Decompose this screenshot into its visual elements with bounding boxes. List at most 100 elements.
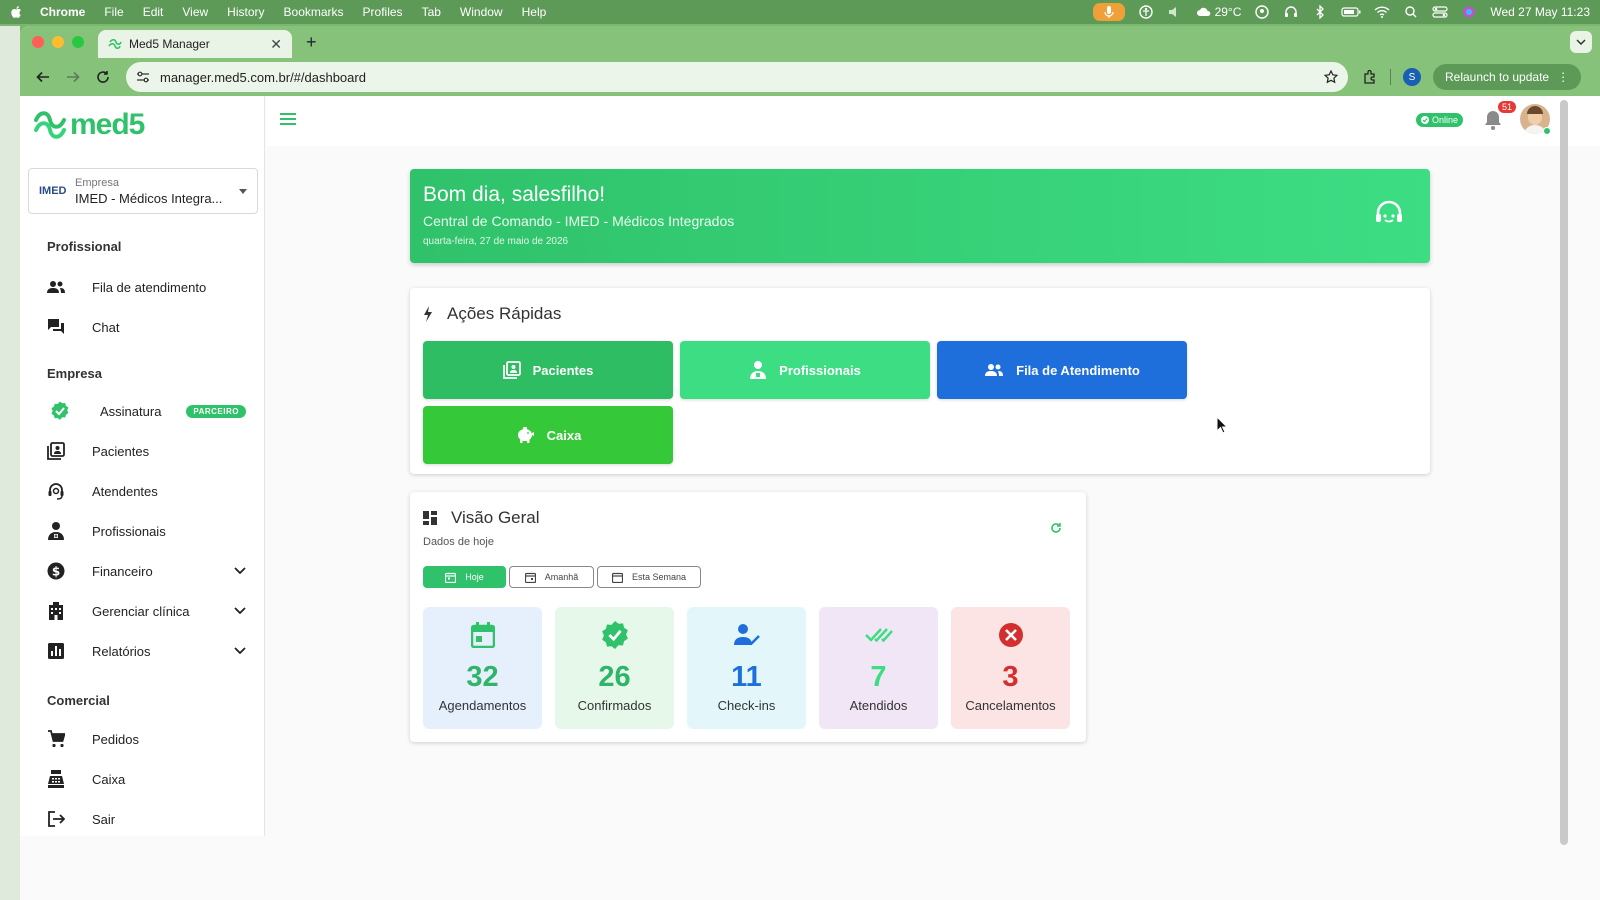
app-container: med5 IMED Empresa IMED - Médicos Integra… [20, 96, 1600, 900]
company-text: Empresa IMED - Médicos Integra... [75, 177, 239, 206]
sidebar-item-label: Sair [92, 811, 116, 827]
chevron-down-icon[interactable] [234, 607, 246, 615]
spotlight-search-icon[interactable] [1403, 5, 1419, 19]
stat-confirmados[interactable]: 26 Confirmados [555, 607, 674, 729]
site-info-icon[interactable] [136, 71, 150, 83]
quick-fila-button[interactable]: Fila de Atendimento [937, 341, 1187, 399]
siri-icon[interactable] [1461, 5, 1477, 19]
menu-profiles[interactable]: Profiles [363, 5, 403, 19]
sidebar-item-profissionais[interactable]: Profissionais [46, 516, 246, 546]
calendar-today-icon [469, 621, 497, 649]
quick-pacientes-button[interactable]: Pacientes [423, 341, 673, 399]
sidebar-item-caixa[interactable]: Caixa [46, 764, 246, 794]
quick-caixa-label: Caixa [546, 427, 582, 443]
chevron-down-icon[interactable] [234, 647, 246, 655]
top-bar: Online 51 [266, 96, 1600, 146]
sidebar-item-chat[interactable]: Chat [46, 312, 246, 342]
quick-actions-title: Ações Rápidas [423, 304, 561, 324]
sidebar-item-financeiro[interactable]: $ Financeiro [46, 556, 246, 586]
check-circle-icon [1421, 116, 1429, 124]
close-tab-icon[interactable]: ✕ [270, 36, 282, 53]
company-logo: IMED [39, 185, 67, 197]
sidebar-item-label: Caixa [92, 771, 126, 787]
overview-title: Visão Geral [423, 508, 540, 528]
menu-tab[interactable]: Tab [422, 5, 441, 19]
address-bar[interactable]: manager.med5.com.br/#/dashboard [126, 62, 1348, 92]
med5-logo[interactable]: med5 [32, 108, 145, 142]
sidebar-item-atendentes[interactable]: Atendentes [46, 476, 246, 506]
url-text[interactable]: manager.med5.com.br/#/dashboard [160, 70, 1324, 85]
page-scrollbar[interactable] [1560, 100, 1568, 845]
stat-atendidos[interactable]: 7 Atendidos [819, 607, 938, 729]
sidebar-item-pacientes[interactable]: Pacientes [46, 436, 246, 466]
sidebar-item-label: Pacientes [92, 443, 150, 459]
headphones-icon[interactable] [1283, 5, 1299, 19]
apple-icon[interactable] [10, 5, 24, 19]
minimize-window-button[interactable] [52, 36, 64, 48]
speaker-icon[interactable] [1167, 5, 1183, 19]
filter-hoje-chip[interactable]: Hoje [423, 566, 506, 588]
mouse-cursor-icon [1216, 416, 1228, 434]
profile-avatar[interactable]: S [1403, 68, 1421, 86]
bookmark-star-icon[interactable] [1324, 70, 1338, 84]
sidebar-item-sair[interactable]: Sair [46, 804, 246, 834]
menu-view[interactable]: View [182, 5, 208, 19]
desktop-edge [0, 26, 20, 900]
chat-icon [46, 317, 66, 337]
welcome-date: quarta-feira, 27 de maio de 2026 [423, 236, 569, 247]
chevron-down-icon[interactable] [234, 567, 246, 575]
tab-search-button[interactable] [1570, 31, 1592, 53]
bluetooth-icon[interactable] [1312, 5, 1328, 19]
sidebar-item-label: Profissionais [92, 523, 166, 539]
reload-button[interactable] [90, 64, 116, 90]
relaunch-to-update-button[interactable]: Relaunch to update ⋮ [1433, 64, 1582, 90]
menu-history[interactable]: History [227, 5, 264, 19]
quick-pacientes-label: Pacientes [532, 362, 594, 378]
menu-chrome[interactable]: Chrome [40, 5, 85, 19]
control-center-icon[interactable] [1432, 5, 1448, 19]
wifi-icon[interactable] [1374, 5, 1390, 19]
menu-window[interactable]: Window [460, 5, 503, 19]
quick-profissionais-button[interactable]: Profissionais [680, 341, 930, 399]
menubar-datetime[interactable]: Wed 27 May 11:23 [1490, 5, 1590, 19]
sidebar-item-assinatura[interactable]: Assinatura PARCEIRO [46, 396, 246, 426]
menu-edit[interactable]: Edit [143, 5, 164, 19]
stat-checkins[interactable]: 11 Check-ins [687, 607, 806, 729]
welcome-subtitle: Central de Comando - IMED - Médicos Inte… [423, 213, 735, 229]
stat-agendamentos[interactable]: 32 Agendamentos [423, 607, 542, 729]
sidebar-item-relatorios[interactable]: Relatórios [46, 636, 246, 666]
sidebar-item-pedidos[interactable]: Pedidos [46, 724, 246, 754]
new-tab-icon[interactable]: + [306, 32, 317, 53]
quick-caixa-button[interactable]: Caixa [423, 406, 673, 464]
tab-med5-manager[interactable]: Med5 Manager ✕ [98, 30, 292, 58]
sidebar-item-gerenciar-clinica[interactable]: Gerenciar clínica [46, 596, 246, 626]
filter-amanha-chip[interactable]: Amanhã [509, 566, 594, 588]
battery-icon[interactable] [1341, 5, 1361, 19]
sidebar-item-fila[interactable]: Fila de atendimento [46, 272, 246, 302]
overview-title-text: Visão Geral [451, 508, 540, 527]
close-window-button[interactable] [32, 36, 44, 48]
doctor-icon [46, 521, 66, 541]
arrow-right-icon [67, 71, 80, 83]
microphone-icon[interactable] [1092, 3, 1125, 21]
extensions-icon[interactable] [1362, 69, 1378, 85]
hamburger-menu-icon[interactable] [280, 112, 298, 126]
filter-semana-chip[interactable]: Esta Semana [597, 566, 701, 588]
forward-button[interactable] [60, 64, 86, 90]
cash-register-icon [46, 769, 66, 789]
accessibility-icon[interactable] [1138, 5, 1154, 19]
menu-help[interactable]: Help [522, 5, 547, 19]
menu-file[interactable]: File [104, 5, 123, 19]
stat-cancelamentos[interactable]: 3 Cancelamentos [951, 607, 1070, 729]
zoom-window-button[interactable] [72, 36, 84, 48]
back-button[interactable] [30, 64, 56, 90]
menu-bookmarks[interactable]: Bookmarks [284, 5, 344, 19]
calendar-icon [445, 572, 457, 583]
refresh-icon[interactable] [1050, 522, 1062, 534]
notification-bell-icon[interactable] [1484, 110, 1502, 130]
quick-profissionais-label: Profissionais [779, 362, 861, 378]
dashboard-icon [423, 511, 437, 525]
user-circle-icon[interactable] [1254, 5, 1270, 19]
company-select[interactable]: IMED Empresa IMED - Médicos Integra... [28, 168, 258, 214]
welcome-banner: Bom dia, salesfilho! Central de Comando … [410, 169, 1430, 263]
